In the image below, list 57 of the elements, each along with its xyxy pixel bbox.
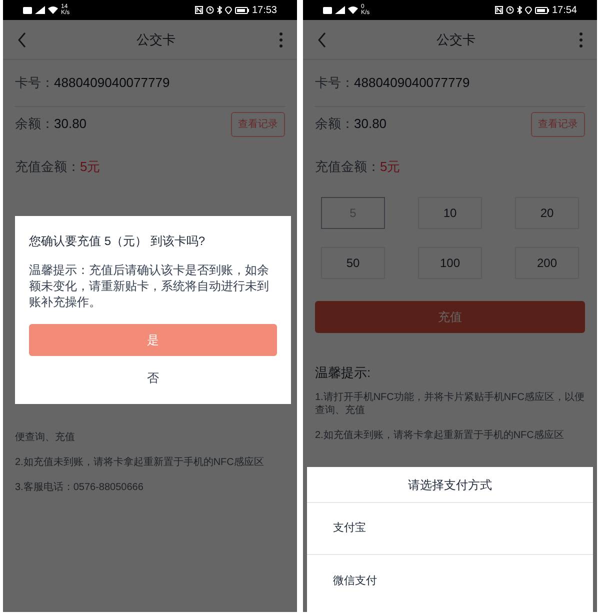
- nfc-icon: [194, 6, 203, 14]
- battery-icon: [534, 6, 549, 14]
- amount-option[interactable]: 20: [515, 197, 579, 229]
- card-number: 4880409040077779: [54, 74, 170, 92]
- tip-text: 1.请打开手机NFC功能，并将卡片紧贴手机NFC感应区，以便查询、充值: [315, 390, 585, 416]
- cancel-button[interactable]: 否: [29, 362, 277, 394]
- alarm-icon: [506, 6, 514, 14]
- dialog-message: 温馨提示：充值后请确认该卡是否到账，如余额未变化，请重新贴卡，系统将自动进行未到账补充操作。: [29, 262, 270, 310]
- card-number-label: 卡号：: [315, 74, 354, 92]
- wifi-icon: [348, 6, 358, 14]
- amount-value: 5元: [80, 158, 100, 176]
- payment-option[interactable]: 微信支付: [307, 555, 593, 607]
- alarm-icon: [206, 6, 214, 14]
- amount-option[interactable]: 100: [418, 247, 482, 279]
- tip-text: 2.如充值未到账，请将卡拿起重新置于手机的NFC感应区: [315, 428, 565, 442]
- tip-text: 2.如充值未到账，请将卡拿起重新置于手机的NFC感应区: [15, 456, 265, 469]
- clock: 17:53: [252, 4, 277, 18]
- amount-label: 充值金额：: [315, 158, 380, 176]
- nfc-icon: [494, 6, 503, 14]
- back-icon: [317, 32, 327, 48]
- wifi-icon: [48, 6, 58, 14]
- card-number-label: 卡号：: [15, 74, 54, 92]
- back-icon: [17, 32, 27, 48]
- tips-title: 温馨提示:: [315, 364, 372, 382]
- view-records-button[interactable]: 查看记录: [531, 112, 585, 136]
- signal-icon: [335, 6, 345, 14]
- dialog-question: 您确认要充值 5（元） 到该卡吗?: [29, 233, 206, 250]
- recharge-button[interactable]: 充值: [315, 301, 585, 333]
- battery-icon: [234, 6, 249, 14]
- sim-icon: [23, 6, 32, 14]
- tip-text: 3.客服电话：0576-88050666: [15, 481, 144, 494]
- more-icon: [279, 32, 283, 48]
- bluetooth-icon: [216, 6, 222, 14]
- payment-option[interactable]: 支付宝: [307, 503, 593, 555]
- balance-label: 余额：: [15, 115, 54, 134]
- amount-value: 5元: [380, 158, 400, 176]
- amount-option[interactable]: 50: [321, 247, 385, 279]
- more-icon: [579, 32, 583, 48]
- balance-label: 余额：: [315, 115, 354, 134]
- tip-text: 便查询、充值: [15, 431, 76, 444]
- location-icon: [224, 6, 232, 14]
- page-title: 公交卡: [136, 30, 176, 49]
- amount-option[interactable]: 10: [418, 197, 482, 229]
- confirm-button[interactable]: 是: [29, 324, 277, 356]
- page-title: 公交卡: [436, 30, 476, 49]
- view-records-button[interactable]: 查看记录: [231, 112, 285, 136]
- amount-label: 充值金额：: [15, 158, 80, 176]
- signal-icon: [35, 6, 45, 14]
- clock: 17:54: [552, 4, 577, 18]
- sim-icon: [323, 6, 332, 14]
- sheet-title: 请选择支付方式: [307, 467, 593, 503]
- card-number: 4880409040077779: [354, 74, 470, 92]
- amount-option[interactable]: 200: [515, 247, 579, 279]
- location-icon: [524, 6, 532, 14]
- bluetooth-icon: [516, 6, 522, 14]
- balance-value: 30.80: [354, 115, 387, 134]
- balance-value: 30.80: [54, 115, 87, 134]
